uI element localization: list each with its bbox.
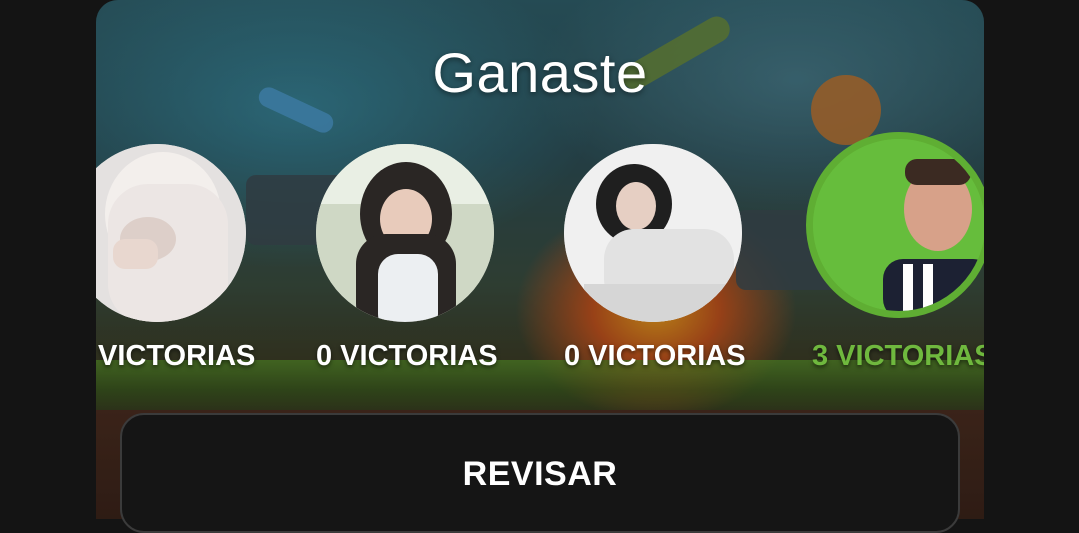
player-wins: VICTORIAS [98,340,256,372]
result-title: Ganaste [432,41,648,104]
player-avatar [316,144,494,322]
player-wins-winner: 3 VICTORIAS [812,340,984,372]
review-button[interactable]: REVISAR [120,413,960,533]
player-avatar-winner [806,132,984,318]
player-wins: 0 VICTORIAS [316,340,498,372]
player-wins: 0 VICTORIAS [564,340,746,372]
player-avatar [564,144,742,322]
